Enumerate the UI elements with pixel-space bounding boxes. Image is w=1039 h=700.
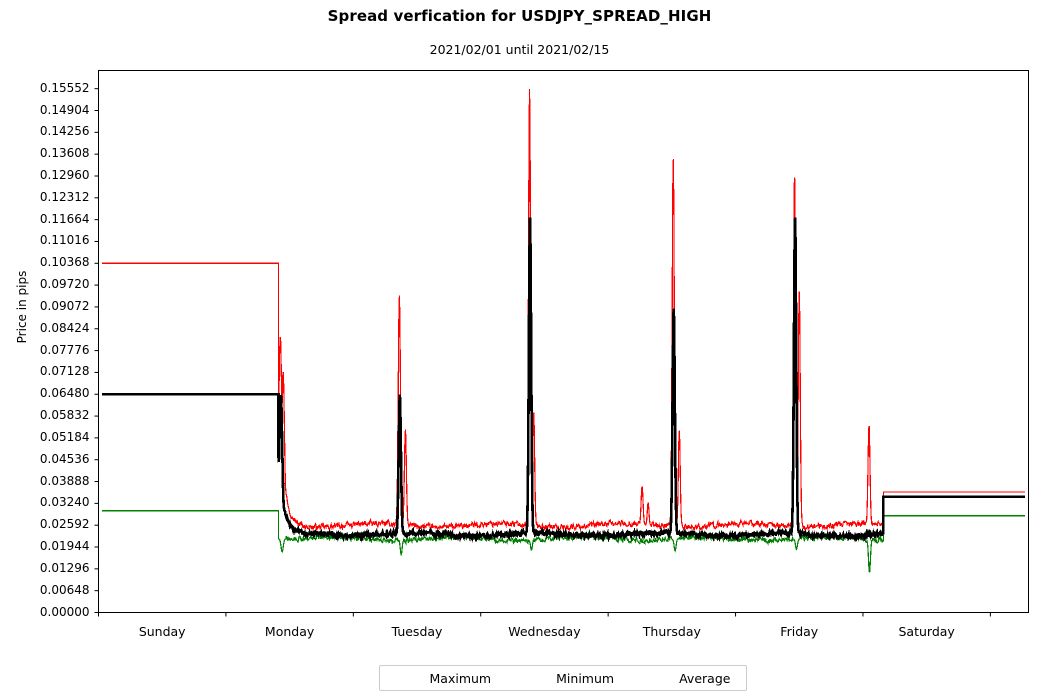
y-tick-label: 0.13608 <box>39 146 90 161</box>
x-tick-label: Sunday <box>138 623 186 639</box>
x-axis-tick-marks <box>98 612 991 617</box>
x-tick-label: Wednesday <box>508 623 581 639</box>
y-tick-label: 0.01296 <box>39 560 90 575</box>
y-tick-label: 0.12312 <box>39 189 90 204</box>
legend-label-average: Average <box>679 670 731 686</box>
plot-canvas <box>94 70 1029 617</box>
y-tick-label: 0.03240 <box>39 495 90 510</box>
y-tick-label: 0.05184 <box>39 429 90 444</box>
x-tick-label: Tuesday <box>391 623 443 639</box>
y-tick-label: 0.05832 <box>39 408 90 423</box>
y-tick-label: 0.12960 <box>39 167 90 182</box>
legend-item-minimum[interactable]: Minimum <box>522 671 614 686</box>
y-tick-label: 0.11664 <box>39 211 90 226</box>
y-tick-label: 0.02592 <box>39 517 90 532</box>
y-tick-label: 0.03888 <box>39 473 90 488</box>
x-tick-label: Saturday <box>898 623 955 639</box>
legend-item-maximum[interactable]: Maximum <box>396 671 492 686</box>
y-tick-label: 0.10368 <box>39 255 90 270</box>
y-tick-label: 0.04536 <box>39 451 90 466</box>
y-tick-label: 0.11016 <box>39 233 90 248</box>
y-tick-label: 0.01944 <box>39 539 90 554</box>
legend-label-minimum: Minimum <box>556 670 615 686</box>
chart-legend: Maximum Minimum Average <box>379 665 747 691</box>
chart-figure: Spread verfication for USDJPY_SPREAD_HIG… <box>0 0 1039 700</box>
y-tick-label: 0.07776 <box>39 342 90 357</box>
y-tick-label: 0.09072 <box>39 298 90 313</box>
x-tick-label: Thursday <box>642 623 701 639</box>
x-tick-label: Friday <box>780 623 819 639</box>
x-tick-label: Monday <box>264 623 315 639</box>
y-tick-label: 0.14904 <box>39 102 90 117</box>
y-tick-label: 0.06480 <box>39 386 90 401</box>
y-tick-label: 0.00000 <box>39 604 90 619</box>
y-tick-label: 0.07128 <box>39 364 90 379</box>
y-tick-label: 0.00648 <box>39 582 90 597</box>
y-tick-label: 0.08424 <box>39 320 90 335</box>
y-tick-label: 0.15552 <box>39 80 90 95</box>
legend-item-average[interactable]: Average <box>645 671 730 686</box>
y-axis-tick-marks <box>94 88 99 613</box>
y-tick-label: 0.09720 <box>39 277 90 292</box>
legend-label-maximum: Maximum <box>429 670 492 686</box>
y-tick-label: 0.14256 <box>39 124 90 139</box>
